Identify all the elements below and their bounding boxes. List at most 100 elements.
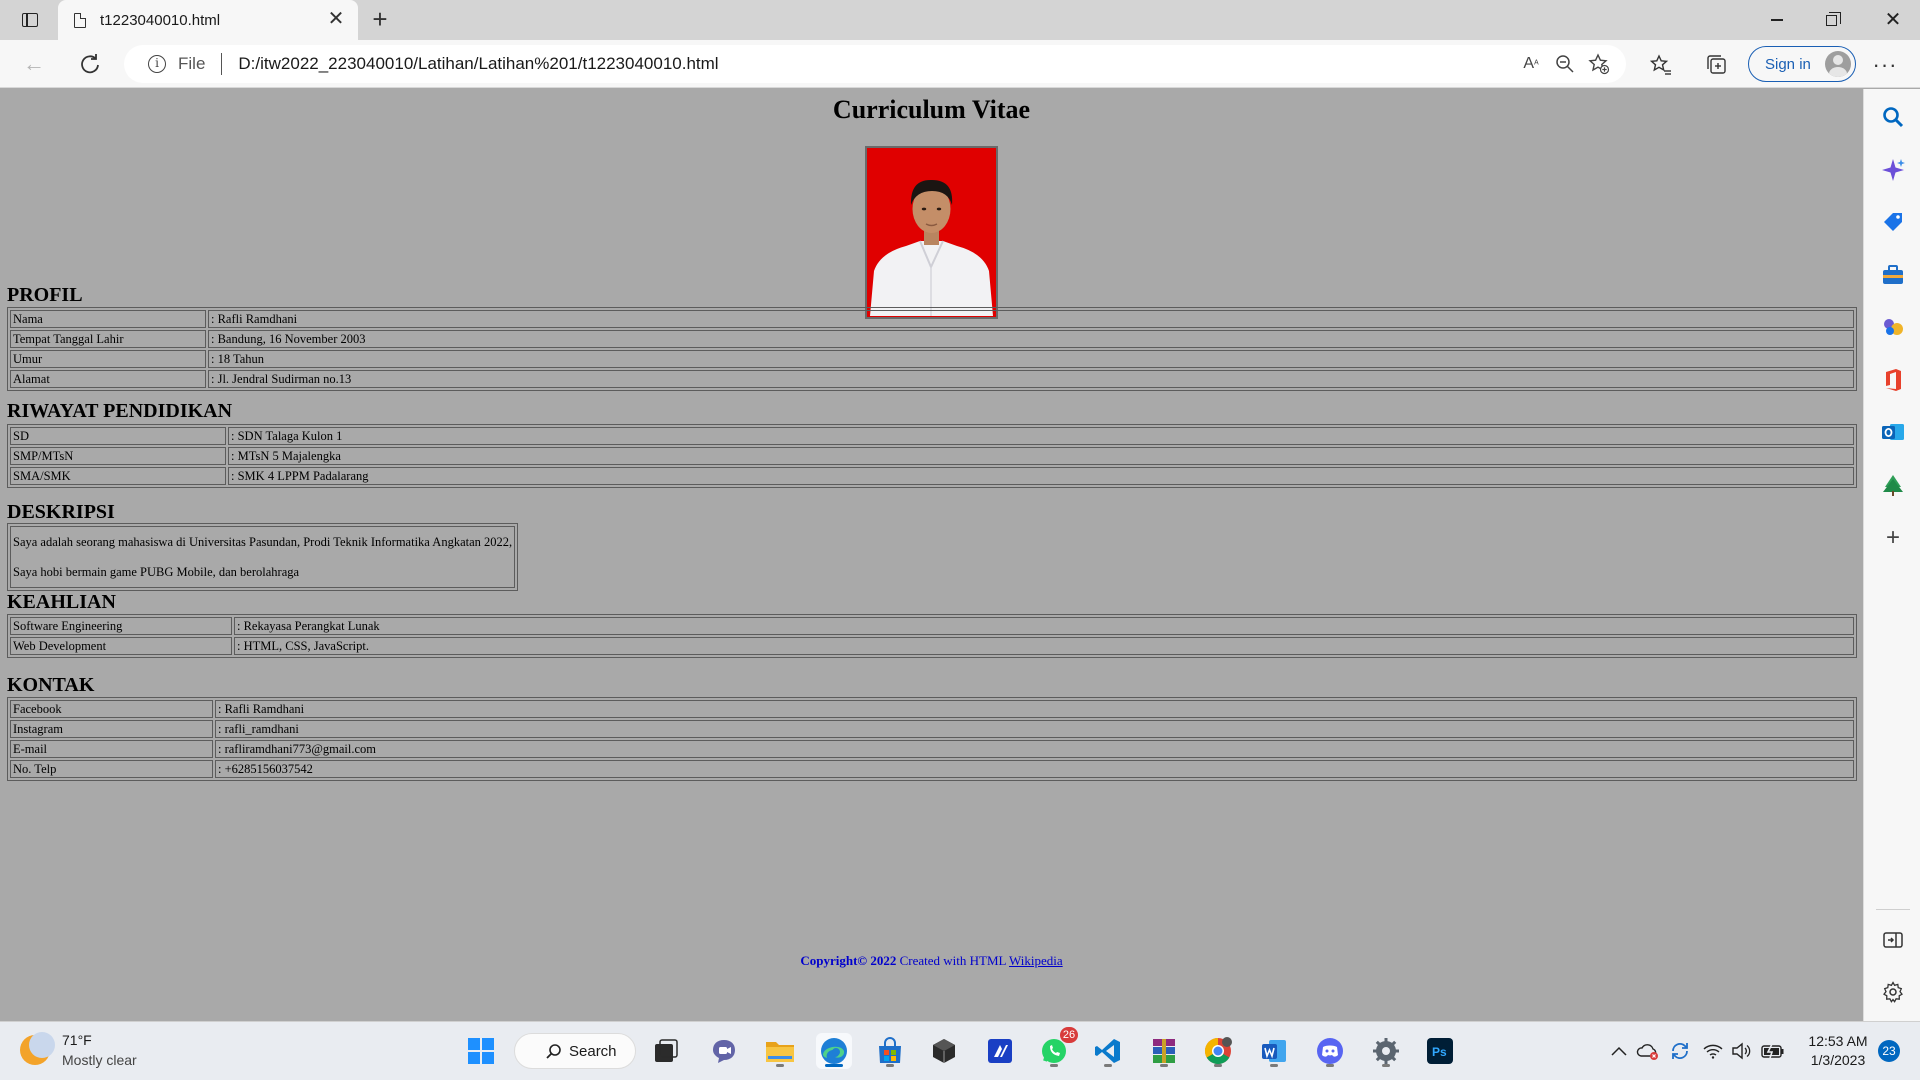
wifi-icon[interactable]	[1700, 1036, 1726, 1066]
photoshop-icon[interactable]: Ps	[1422, 1033, 1458, 1069]
chrome-icon[interactable]	[1200, 1033, 1236, 1069]
url-text[interactable]: D:/itw2022_223040010/Latihan/Latihan%201…	[238, 54, 1514, 74]
tools-briefcase-icon[interactable]	[1880, 262, 1906, 288]
whatsapp-icon[interactable]: 26	[1036, 1027, 1078, 1069]
table-row: SMA/SMK : SMK 4 LPPM Padalarang	[10, 467, 1854, 485]
settings-gear-icon[interactable]	[1880, 979, 1906, 1005]
hide-sidebar-icon[interactable]	[1880, 927, 1906, 953]
unity-hub-icon[interactable]	[926, 1033, 962, 1069]
sync-icon[interactable]	[1666, 1036, 1694, 1066]
microsoft-word-icon[interactable]	[1256, 1033, 1292, 1069]
section-heading-kontak: KONTAK	[7, 674, 95, 696]
table-cell-value: : +6285156037542	[215, 760, 1854, 778]
copilot-sparkle-icon[interactable]	[1880, 157, 1906, 183]
close-window-button[interactable]: ✕	[1866, 0, 1920, 40]
browser-toolbar: ← i File D:/itw2022_223040010/Latihan/La…	[0, 40, 1920, 88]
address-bar[interactable]: i File D:/itw2022_223040010/Latihan/Lati…	[124, 45, 1626, 83]
running-indicator	[776, 1064, 784, 1067]
read-aloud-icon[interactable]: Aᴬ	[1514, 47, 1548, 81]
notification-center-badge[interactable]: 23	[1878, 1040, 1900, 1062]
browser-tab[interactable]: t1223040010.html ✕	[58, 0, 358, 40]
info-icon[interactable]: i	[148, 55, 166, 73]
add-favorite-star-icon[interactable]	[1582, 47, 1616, 81]
winrar-icon[interactable]	[1146, 1033, 1182, 1069]
zoom-out-icon[interactable]	[1548, 47, 1582, 81]
table-row: Umur : 18 Tahun	[10, 350, 1854, 368]
outlook-icon[interactable]	[1880, 419, 1906, 445]
games-icon[interactable]	[1880, 314, 1906, 340]
start-windows-icon[interactable]	[463, 1033, 499, 1069]
microsoft-store-icon[interactable]	[872, 1033, 908, 1069]
table-cell-value: : rafliramdhani773@gmail.com	[215, 740, 1854, 758]
tab-close-icon[interactable]: ✕	[324, 8, 348, 32]
page-title: Curriculum Vitae	[832, 95, 1031, 124]
table-cell-label: Software Engineering	[10, 617, 232, 635]
edge-sidebar: +	[1863, 89, 1920, 1021]
reload-icon[interactable]	[74, 48, 106, 80]
table-cell-value: : HTML, CSS, JavaScript.	[234, 637, 1854, 655]
section-heading-profil: PROFIL	[7, 284, 83, 306]
vscode-icon[interactable]	[1090, 1033, 1126, 1069]
table-row: Web Development : HTML, CSS, JavaScript.	[10, 637, 1854, 655]
teams-chat-icon[interactable]	[706, 1033, 742, 1069]
table-cell-value: : 18 Tahun	[208, 350, 1854, 368]
table-row: Facebook : Rafli Ramdhani	[10, 700, 1854, 718]
back-arrow-icon[interactable]: ←	[18, 48, 50, 80]
table-row: SD : SDN Talaga Kulon 1	[10, 427, 1854, 445]
table-row: E-mail : rafliramdhani773@gmail.com	[10, 740, 1854, 758]
battery-charging-icon[interactable]	[1758, 1036, 1788, 1066]
settings-gear-icon[interactable]	[1368, 1033, 1404, 1069]
table-row: Software Engineering : Rekayasa Perangka…	[10, 617, 1854, 635]
weather-widget[interactable]: 71°F Mostly clear	[20, 1030, 137, 1070]
shopping-tag-icon[interactable]	[1880, 209, 1906, 235]
restore-button[interactable]	[1804, 0, 1858, 40]
table-row: Saya adalah seorang mahasiswa di Univers…	[10, 526, 516, 588]
running-indicator	[1104, 1064, 1112, 1067]
table-row: Alamat : Jl. Jendral Sudirman no.13	[10, 370, 1854, 388]
table-cell-label: Umur	[10, 350, 206, 368]
table-cell-value: : Jl. Jendral Sudirman no.13	[208, 370, 1854, 388]
edge-browser-icon[interactable]	[816, 1033, 852, 1069]
running-indicator	[1050, 1064, 1058, 1067]
table-cell-value: : Bandung, 16 November 2003	[208, 330, 1854, 348]
more-options-icon[interactable]: ···	[1868, 48, 1902, 82]
clock-date: 1/3/2023	[1810, 1052, 1866, 1068]
new-tab-plus-icon[interactable]: +	[366, 6, 394, 34]
table-cell-value: : rafli_ramdhani	[215, 720, 1854, 738]
table-cell-label: Web Development	[10, 637, 232, 655]
volume-speaker-icon[interactable]	[1728, 1036, 1754, 1066]
table-cell-label: Tempat Tanggal Lahir	[10, 330, 206, 348]
taskbar-search-box[interactable]: Search	[514, 1033, 636, 1069]
running-indicator	[1382, 1064, 1390, 1067]
file-explorer-icon[interactable]	[762, 1033, 798, 1069]
table-cell-label: No. Telp	[10, 760, 213, 778]
running-indicator	[886, 1064, 894, 1067]
table-row: Tempat Tanggal Lahir : Bandung, 16 Novem…	[10, 330, 1854, 348]
onedrive-offline-icon[interactable]	[1634, 1036, 1662, 1066]
search-icon[interactable]	[1880, 104, 1906, 130]
add-sidebar-plus-icon[interactable]: +	[1880, 524, 1906, 551]
system-clock[interactable]: 12:53 AM 1/3/2023	[1800, 1032, 1876, 1070]
running-indicator	[1326, 1064, 1334, 1067]
running-indicator	[1160, 1064, 1168, 1067]
weather-moon-icon	[20, 1032, 55, 1065]
tab-actions-menu-icon[interactable]	[14, 8, 46, 32]
tree-drop-icon[interactable]	[1880, 472, 1906, 498]
description-line-1: Saya adalah seorang mahasiswa di Univers…	[13, 535, 513, 549]
sign-in-button[interactable]: Sign in	[1748, 46, 1856, 82]
office-icon[interactable]	[1880, 367, 1906, 393]
clock-time: 12:53 AM	[1808, 1033, 1868, 1049]
favorites-icon[interactable]	[1644, 48, 1678, 82]
task-view-icon[interactable]	[648, 1033, 684, 1069]
discord-icon[interactable]	[1312, 1033, 1348, 1069]
footer-wikipedia-link[interactable]: Wikipedia	[1009, 953, 1063, 968]
minimize-button[interactable]	[1750, 0, 1804, 40]
visual-studio-icon[interactable]	[982, 1033, 1018, 1069]
table-row: No. Telp : +6285156037542	[10, 760, 1854, 778]
profile-avatar-icon	[1825, 51, 1851, 77]
table-cell-value: : SDN Talaga Kulon 1	[228, 427, 1854, 445]
show-hidden-icons-chevron-up-icon[interactable]	[1606, 1036, 1632, 1066]
table-cell-label: SMP/MTsN	[10, 447, 226, 465]
table-cell-label: Alamat	[10, 370, 206, 388]
collections-icon[interactable]	[1700, 48, 1734, 82]
